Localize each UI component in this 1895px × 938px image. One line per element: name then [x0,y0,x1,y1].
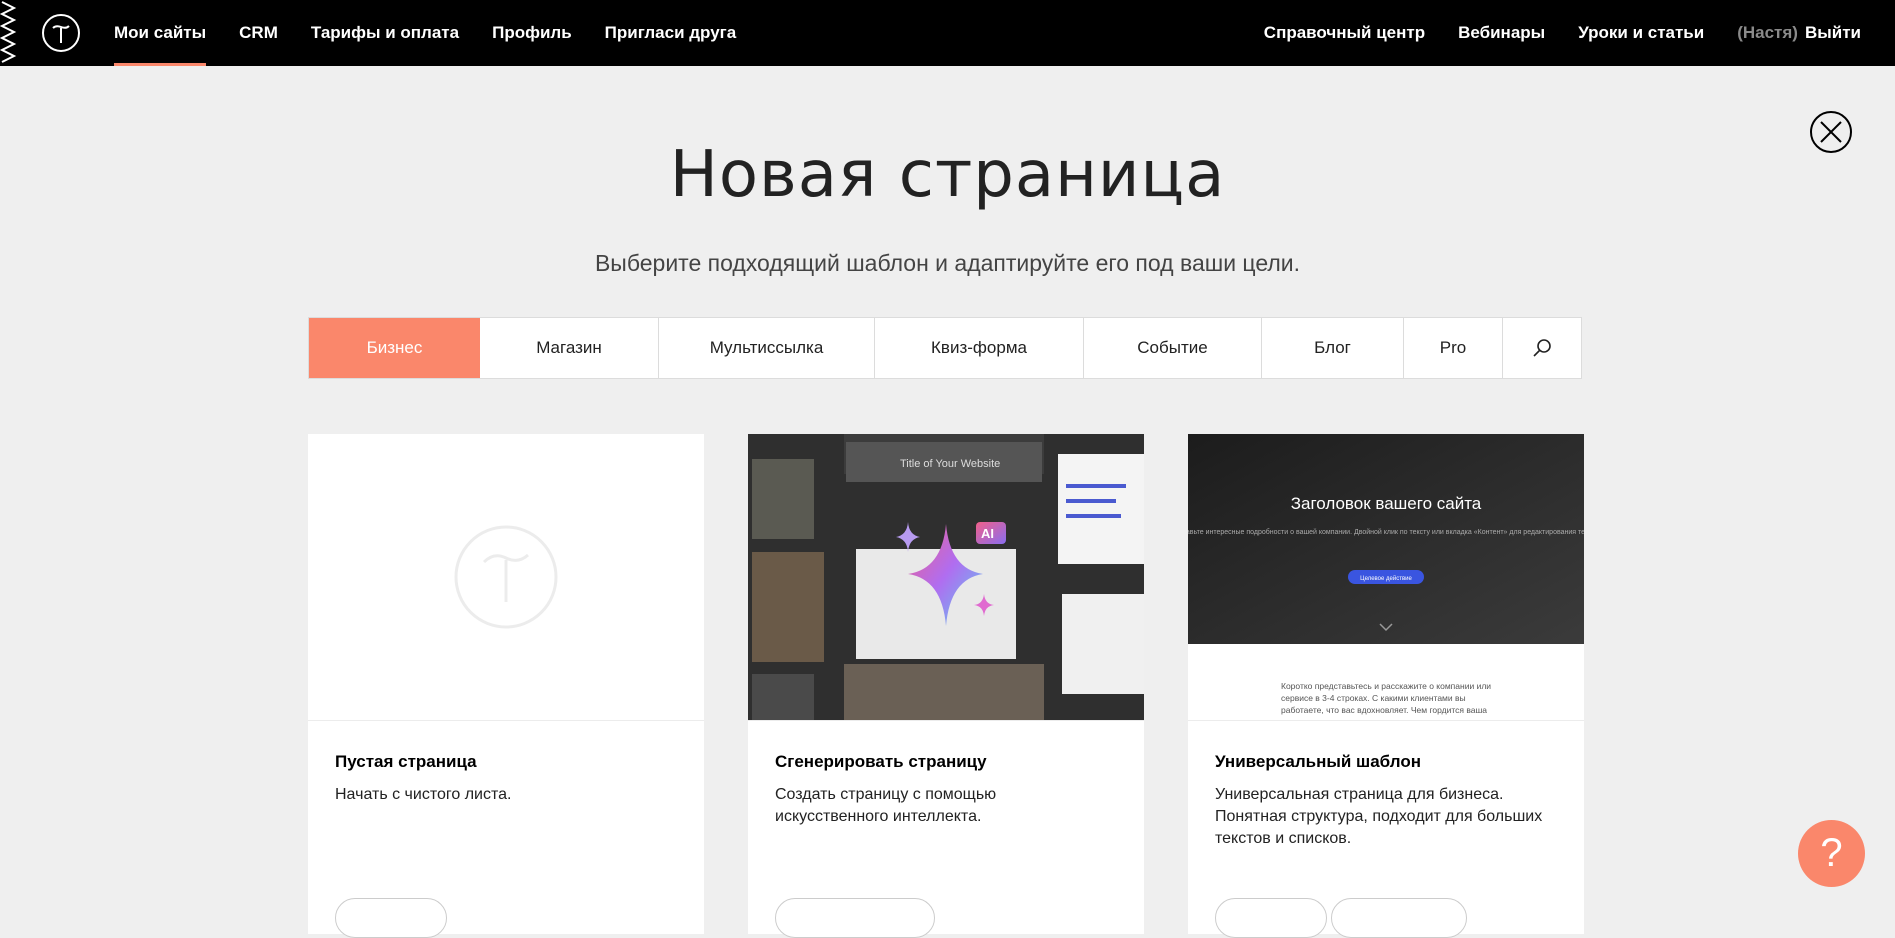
logout-link[interactable]: Выйти [1805,23,1861,43]
preview-title-text: Title of Your Website [900,458,1000,470]
nav-invite-friend[interactable]: Пригласи друга [605,0,737,66]
tilda-logo-icon [454,525,558,629]
card-action-button[interactable] [1215,898,1327,938]
user-name: (Настя) [1737,23,1798,42]
help-button[interactable]: ? [1798,820,1865,887]
tab-blog[interactable]: Блог [1262,318,1404,378]
secondary-menu: Справочный центр Вебинары Уроки и статьи… [1231,0,1861,66]
card-action-button[interactable] [335,898,447,938]
card-description: Создать страницу с помощью искусственног… [775,786,997,825]
card-body: Универсальный шаблон Универсальная стран… [1215,752,1565,850]
tab-event[interactable]: Событие [1084,318,1262,378]
ai-badge: AI [981,526,994,541]
page-title: Новая страница [669,138,1226,212]
card-secondary-button[interactable] [1331,898,1467,938]
page-subtitle: Выберите подходящий шаблон и адаптируйте… [594,250,1301,276]
preview-heading: Заголовок вашего сайта [1291,494,1482,513]
nav-help-center[interactable]: Справочный центр [1264,23,1425,43]
nav-tariffs[interactable]: Тарифы и оплата [311,0,459,66]
card-title: Сгенерировать страницу [775,752,987,771]
nav-webinars[interactable]: Вебинары [1458,23,1545,43]
card-divider [1188,720,1584,721]
card-title: Пустая страница [335,752,477,771]
tab-quiz-form[interactable]: Квиз-форма [875,318,1084,378]
nav-profile[interactable]: Профиль [492,0,572,66]
card-description: Универсальная страница для бизнеса. Поня… [1215,786,1543,847]
preview-cta: Целевое действие [1360,575,1412,582]
template-card-ai-generate[interactable]: Title of Your Website AI Сгенерировать с… [748,434,1144,938]
card-preview-blank [308,434,704,720]
tab-shop[interactable]: Магазин [480,318,659,378]
tab-multilink[interactable]: Мультиссылка [659,318,875,378]
category-tabs: Бизнес Магазин Мультиссылка Квиз-форма С… [308,317,1582,379]
card-preview-universal: Заголовок вашего сайта Добавьте интересн… [1188,434,1584,720]
zigzag-decoration-icon [0,1,17,63]
top-navigation: Мои сайты CRM Тарифы и оплата Профиль Пр… [0,0,1895,66]
card-body: Пустая страница Начать с чистого листа. [335,752,685,806]
preview-body-text: Коротко представьтесь и расскажите о ком… [1281,681,1492,720]
card-divider [308,720,704,721]
tab-business[interactable]: Бизнес [309,318,480,378]
preview-subheading: Добавьте интересные подробности о вашей … [1188,528,1584,536]
card-preview-ai: Title of Your Website AI [748,434,1144,720]
template-card-universal[interactable]: Заголовок вашего сайта Добавьте интересн… [1188,434,1584,938]
card-action-button[interactable] [775,898,935,938]
tilda-logo-icon[interactable] [42,14,80,52]
nav-crm[interactable]: CRM [239,0,278,66]
card-body: Сгенерировать страницу Создать страницу … [775,752,1125,828]
ai-collage-image: Title of Your Website AI [748,434,1144,720]
card-description: Начать с чистого листа. [335,786,512,803]
template-card-blank[interactable]: Пустая страница Начать с чистого листа. [308,434,704,938]
tab-search[interactable] [1503,318,1581,378]
nav-lessons[interactable]: Уроки и статьи [1578,23,1704,43]
search-icon [1533,339,1551,357]
nav-my-sites[interactable]: Мои сайты [114,0,207,66]
main-menu: Мои сайты CRM Тарифы и оплата Профиль Пр… [114,0,769,66]
card-divider [748,720,1144,721]
universal-template-preview: Заголовок вашего сайта Добавьте интересн… [1188,434,1584,644]
card-title: Универсальный шаблон [1215,752,1421,771]
tab-pro[interactable]: Pro [1404,318,1503,378]
